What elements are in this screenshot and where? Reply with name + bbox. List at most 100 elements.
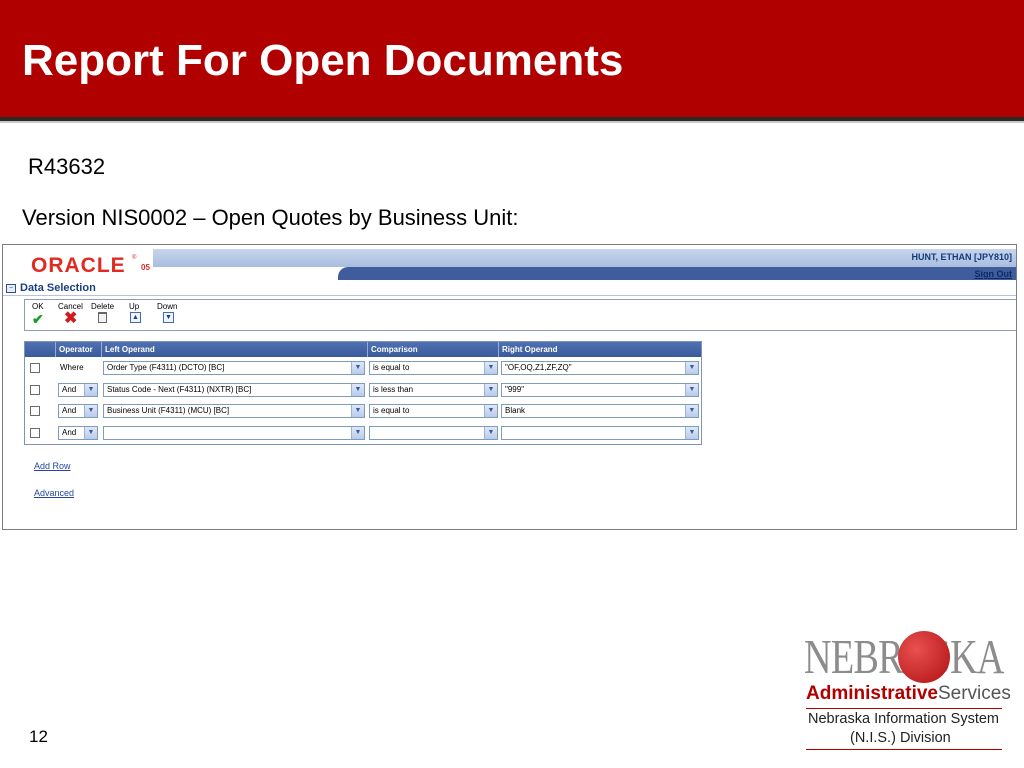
header-operator: Operator bbox=[55, 342, 102, 357]
arrow-down-icon[interactable]: ▼ bbox=[163, 312, 174, 323]
add-row-link[interactable]: Add Row bbox=[34, 461, 71, 471]
trash-icon[interactable] bbox=[98, 312, 107, 323]
comparison-select[interactable]: is less than ▼ bbox=[369, 383, 498, 397]
chevron-down-icon[interactable]: ▼ bbox=[685, 405, 698, 417]
chevron-down-icon[interactable]: ▼ bbox=[484, 427, 497, 439]
row-checkbox[interactable] bbox=[30, 385, 40, 395]
close-icon[interactable]: ✖ bbox=[64, 311, 77, 327]
header-comparison: Comparison bbox=[367, 342, 498, 357]
logo-nis-line1: Nebraska Information System bbox=[808, 711, 999, 727]
row-checkbox[interactable] bbox=[30, 428, 40, 438]
arrow-up-icon[interactable]: ▲ bbox=[130, 312, 141, 323]
select-value: is equal to bbox=[373, 363, 410, 372]
slide-title: Report For Open Documents bbox=[22, 36, 624, 85]
banner-stripe bbox=[153, 249, 1016, 267]
table-row: And ▼ Status Code - Next (F4311) (NXTR) … bbox=[25, 380, 701, 401]
ok-button[interactable]: OK bbox=[32, 302, 44, 311]
table-row: Where Order Type (F4311) (DCTO) [BC] ▼ i… bbox=[25, 358, 701, 379]
header-rule-shadow bbox=[0, 121, 1024, 123]
section-title: Data Selection bbox=[20, 282, 96, 294]
row-checkbox[interactable] bbox=[30, 406, 40, 416]
chevron-down-icon[interactable]: ▼ bbox=[84, 384, 97, 396]
left-operand-select[interactable]: Order Type (F4311) (DCTO) [BC] ▼ bbox=[103, 361, 365, 375]
comparison-select[interactable]: is equal to ▼ bbox=[369, 404, 498, 418]
chevron-down-icon[interactable]: ▼ bbox=[484, 405, 497, 417]
toolbar: OK ✔ Cancel ✖ Delete Up ▲ Down ▼ bbox=[24, 299, 1016, 331]
collapse-icon[interactable]: − bbox=[6, 284, 16, 293]
user-name: HUNT, ETHAN [JPY810] bbox=[911, 252, 1012, 262]
table-row: And ▼ ▼ ▼ ▼ bbox=[25, 423, 701, 444]
chevron-down-icon[interactable]: ▼ bbox=[351, 384, 364, 396]
logo-admin-bold: Administrative bbox=[806, 683, 938, 704]
operator-select[interactable]: And ▼ bbox=[58, 404, 98, 418]
delete-button[interactable]: Delete bbox=[91, 302, 114, 311]
logo-divider bbox=[806, 708, 1002, 709]
right-operand-select[interactable]: ▼ bbox=[501, 426, 699, 440]
check-icon[interactable]: ✔ bbox=[32, 312, 44, 326]
advanced-link[interactable]: Advanced bbox=[34, 488, 74, 498]
chevron-down-icon[interactable]: ▼ bbox=[84, 427, 97, 439]
down-button[interactable]: Down bbox=[157, 302, 177, 311]
app-banner: ORACLE ® 05 HUNT, ETHAN [JPY810] Sign Ou… bbox=[3, 245, 1016, 281]
left-operand-select[interactable]: Business Unit (F4311) (MCU) [BC] ▼ bbox=[103, 404, 365, 418]
select-value: is equal to bbox=[373, 406, 410, 415]
delete-label: Delete bbox=[91, 302, 115, 311]
ok-label: OK bbox=[32, 302, 44, 311]
operator-where: Where bbox=[60, 363, 84, 372]
select-value: And bbox=[62, 385, 77, 394]
chevron-down-icon[interactable]: ▼ bbox=[685, 362, 698, 374]
page-number: 12 bbox=[29, 727, 48, 746]
grid-header: Operator Left Operand Comparison Right O… bbox=[25, 342, 701, 357]
select-value: Order Type (F4311) (DCTO) [BC] bbox=[107, 363, 225, 372]
oracle-trademark: ® bbox=[132, 255, 137, 261]
banner-stripe-dark bbox=[338, 267, 1016, 280]
operator-select[interactable]: And ▼ bbox=[58, 426, 98, 440]
logo-divider-bottom bbox=[806, 749, 1002, 750]
select-value: "OF,OQ,Z1,ZF,ZQ" bbox=[505, 363, 572, 372]
chevron-down-icon[interactable]: ▼ bbox=[351, 362, 364, 374]
oracle-logo: ORACLE bbox=[31, 254, 126, 277]
right-operand-select[interactable]: "999" ▼ bbox=[501, 383, 699, 397]
select-value: Blank bbox=[505, 406, 526, 415]
comparison-select[interactable]: is equal to ▼ bbox=[369, 361, 498, 375]
select-value: And bbox=[62, 406, 77, 415]
oracle-version: 05 bbox=[141, 263, 150, 272]
header-right-operand: Right Operand bbox=[498, 342, 701, 357]
comparison-select[interactable]: ▼ bbox=[369, 426, 498, 440]
right-operand-select[interactable]: Blank ▼ bbox=[501, 404, 699, 418]
select-value: And bbox=[62, 428, 77, 437]
chevron-down-icon[interactable]: ▼ bbox=[351, 405, 364, 417]
right-operand-select[interactable]: "OF,OQ,Z1,ZF,ZQ" ▼ bbox=[501, 361, 699, 375]
logo-emblem bbox=[898, 631, 950, 683]
data-selection-grid: Operator Left Operand Comparison Right O… bbox=[24, 341, 702, 445]
logo-admin-rest: Services bbox=[937, 683, 1011, 704]
app-screenshot: ORACLE ® 05 HUNT, ETHAN [JPY810] Sign Ou… bbox=[2, 244, 1017, 530]
select-value: Status Code - Next (F4311) (NXTR) [BC] bbox=[107, 385, 252, 394]
chevron-down-icon[interactable]: ▼ bbox=[484, 384, 497, 396]
row-checkbox[interactable] bbox=[30, 363, 40, 373]
logo-admin-services: AdministrativeServices bbox=[806, 683, 1011, 705]
up-label: Up bbox=[129, 302, 140, 311]
report-id: R43632 bbox=[28, 154, 106, 179]
header-left-operand: Left Operand bbox=[101, 342, 367, 357]
down-label: Down bbox=[157, 302, 178, 311]
logo-nis-line2: (N.I.S.) Division bbox=[850, 730, 951, 746]
chevron-down-icon[interactable]: ▼ bbox=[351, 427, 364, 439]
version-line: Version NIS0002 – Open Quotes by Busines… bbox=[22, 205, 519, 230]
left-operand-select[interactable]: ▼ bbox=[103, 426, 365, 440]
chevron-down-icon[interactable]: ▼ bbox=[685, 384, 698, 396]
data-selection-header: − Data Selection bbox=[3, 282, 1016, 296]
select-value: "999" bbox=[505, 385, 525, 394]
nebraska-logo: NEBRASKA AdministrativeServices Nebraska… bbox=[804, 628, 1011, 752]
select-value: is less than bbox=[373, 385, 414, 394]
up-button[interactable]: Up bbox=[129, 302, 139, 311]
slide-header: Report For Open Documents bbox=[0, 0, 1024, 117]
table-row: And ▼ Business Unit (F4311) (MCU) [BC] ▼… bbox=[25, 401, 701, 422]
select-value: Business Unit (F4311) (MCU) [BC] bbox=[107, 406, 230, 415]
chevron-down-icon[interactable]: ▼ bbox=[84, 405, 97, 417]
left-operand-select[interactable]: Status Code - Next (F4311) (NXTR) [BC] ▼ bbox=[103, 383, 365, 397]
operator-select[interactable]: And ▼ bbox=[58, 383, 98, 397]
chevron-down-icon[interactable]: ▼ bbox=[685, 427, 698, 439]
chevron-down-icon[interactable]: ▼ bbox=[484, 362, 497, 374]
sign-out-link[interactable]: Sign Out bbox=[975, 269, 1013, 279]
